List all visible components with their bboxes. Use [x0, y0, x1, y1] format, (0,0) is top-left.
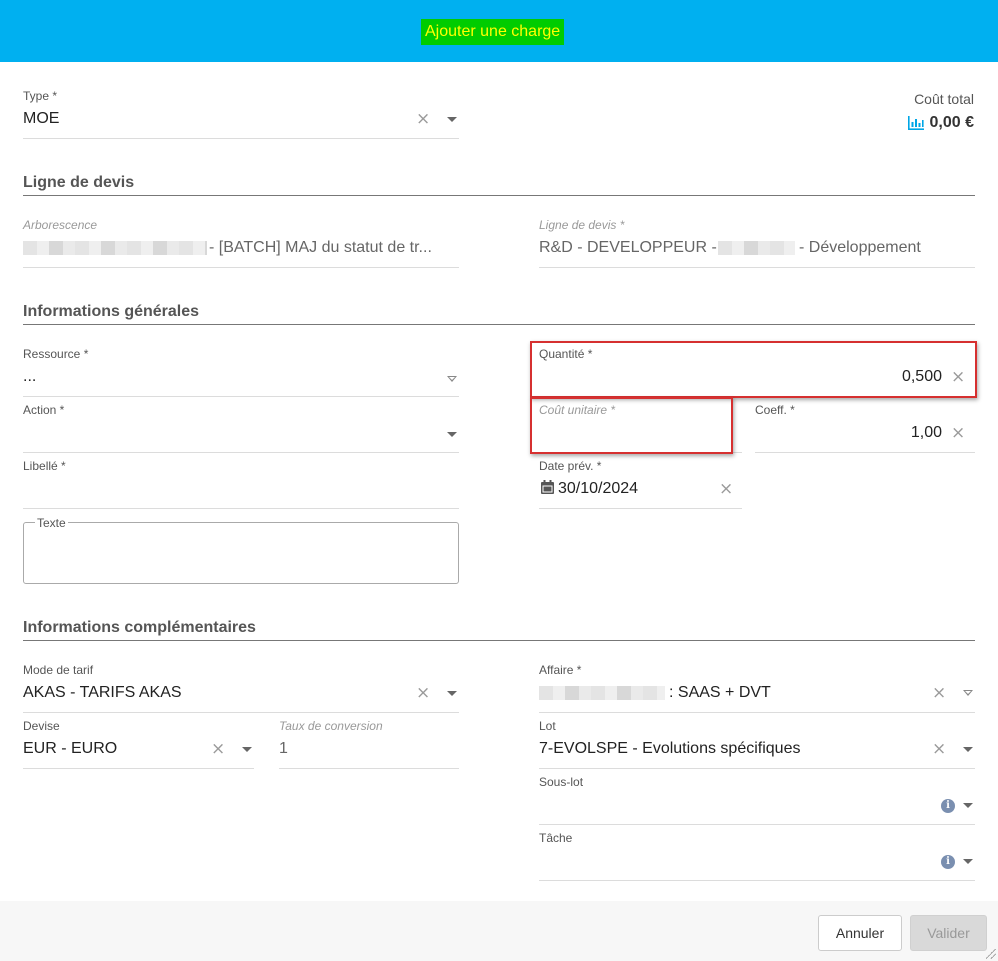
- affaire-underline: [539, 712, 975, 713]
- devise-label: Devise: [23, 719, 60, 733]
- taux-conversion-label: Taux de conversion: [279, 719, 383, 733]
- libelle-underline: [23, 508, 459, 509]
- ligne-devis-label: Ligne de devis *: [539, 218, 625, 232]
- ligne-devis-redacted: [718, 241, 795, 255]
- info-icon[interactable]: i: [941, 799, 955, 813]
- coeff-underline: [755, 452, 975, 453]
- total-cost-value: 0,00 €: [929, 114, 974, 131]
- type-clear-icon[interactable]: ×: [416, 111, 430, 128]
- action-select[interactable]: [23, 424, 403, 444]
- affaire-clear-icon[interactable]: ×: [932, 685, 946, 702]
- cancel-button[interactable]: Annuler: [818, 915, 902, 951]
- texte-textarea[interactable]: [23, 522, 459, 584]
- date-prev-label: Date prév. *: [539, 459, 602, 473]
- tache-underline: [539, 880, 975, 881]
- texte-label: Texte: [35, 516, 68, 530]
- devise-underline: [23, 768, 254, 769]
- tache-select[interactable]: [539, 852, 919, 872]
- sous-lot-select[interactable]: [539, 796, 919, 816]
- type-dropdown-icon[interactable]: [447, 117, 457, 122]
- action-dropdown-icon[interactable]: [447, 432, 457, 437]
- date-prev-underline: [539, 508, 742, 509]
- taux-conversion-input: 1: [279, 740, 288, 757]
- date-prev-value: 30/10/2024: [558, 480, 639, 497]
- validate-button[interactable]: Valider: [910, 915, 987, 951]
- ligne-devis-underline: [539, 267, 975, 268]
- libelle-input[interactable]: [23, 480, 453, 500]
- total-cost: 0,00 €: [907, 114, 974, 132]
- mode-tarif-dropdown-icon[interactable]: [447, 691, 457, 696]
- info-icon[interactable]: i: [941, 855, 955, 869]
- affaire-label: Affaire *: [539, 663, 582, 677]
- calendar-icon: [541, 480, 554, 494]
- dialog-title: Ajouter une charge: [421, 19, 565, 45]
- mode-tarif-clear-icon[interactable]: ×: [416, 685, 430, 702]
- ligne-devis-prefix: R&D - DEVELOPPEUR -: [539, 239, 717, 256]
- sous-lot-underline: [539, 824, 975, 825]
- resize-handle-icon[interactable]: [986, 949, 996, 959]
- type-label: Type *: [23, 89, 58, 103]
- date-prev-input[interactable]: 30/10/2024: [541, 480, 711, 498]
- highlight-quantite: [530, 341, 977, 398]
- section-divider: [23, 195, 975, 196]
- ressource-select[interactable]: ...: [23, 368, 403, 386]
- lot-label: Lot: [539, 719, 556, 733]
- sous-lot-dropdown-icon[interactable]: [963, 803, 973, 808]
- mode-tarif-underline: [23, 712, 459, 713]
- bar-chart-icon: [907, 116, 924, 130]
- section-ligne-devis: Ligne de devis: [23, 174, 135, 191]
- section-informations-generales: Informations générales: [23, 303, 200, 320]
- affaire-redacted: [539, 686, 665, 700]
- section-divider: [23, 640, 975, 641]
- libelle-label: Libellé *: [23, 459, 66, 473]
- devise-clear-icon[interactable]: ×: [211, 741, 225, 758]
- action-label: Action *: [23, 403, 65, 417]
- ligne-devis-suffix: - Développement: [799, 239, 921, 256]
- total-cost-label: Coût total: [914, 91, 974, 107]
- arborescence-underline: [23, 267, 459, 268]
- sous-lot-label: Sous-lot: [539, 775, 584, 789]
- taux-conversion-underline: [279, 768, 459, 769]
- type-select[interactable]: MOE: [23, 110, 403, 128]
- section-informations-complementaires: Informations complémentaires: [23, 619, 256, 636]
- arborescence-redacted: [23, 241, 207, 255]
- ressource-label: Ressource *: [23, 347, 89, 361]
- lot-underline: [539, 768, 975, 769]
- affaire-dropdown-icon[interactable]: [963, 690, 973, 696]
- lot-select[interactable]: 7-EVOLSPE - Evolutions spécifiques: [539, 740, 919, 758]
- arborescence-label: Arborescence: [23, 218, 98, 232]
- affaire-select[interactable]: : SAAS + DVT: [669, 684, 919, 702]
- mode-tarif-select[interactable]: AKAS - TARIFS AKAS: [23, 684, 403, 702]
- type-underline: [23, 138, 459, 139]
- devise-select[interactable]: EUR - EURO: [23, 740, 203, 758]
- tache-label: Tâche: [539, 831, 573, 845]
- coeff-label: Coeff. *: [755, 403, 795, 417]
- lot-dropdown-icon[interactable]: [963, 747, 973, 752]
- tache-dropdown-icon[interactable]: [963, 859, 973, 864]
- highlight-cout-unitaire: [530, 397, 733, 454]
- coeff-clear-icon[interactable]: ×: [951, 425, 965, 442]
- lot-clear-icon[interactable]: ×: [932, 741, 946, 758]
- arborescence-value: - [BATCH] MAJ du statut de tr...: [209, 239, 432, 256]
- date-prev-clear-icon[interactable]: ×: [719, 481, 733, 498]
- coeff-input[interactable]: 1,00: [760, 424, 942, 442]
- ressource-underline: [23, 396, 459, 397]
- devise-dropdown-icon[interactable]: [242, 747, 252, 752]
- section-divider: [23, 324, 975, 325]
- action-underline: [23, 452, 459, 453]
- mode-tarif-label: Mode de tarif: [23, 663, 94, 677]
- ressource-dropdown-icon[interactable]: [447, 376, 457, 382]
